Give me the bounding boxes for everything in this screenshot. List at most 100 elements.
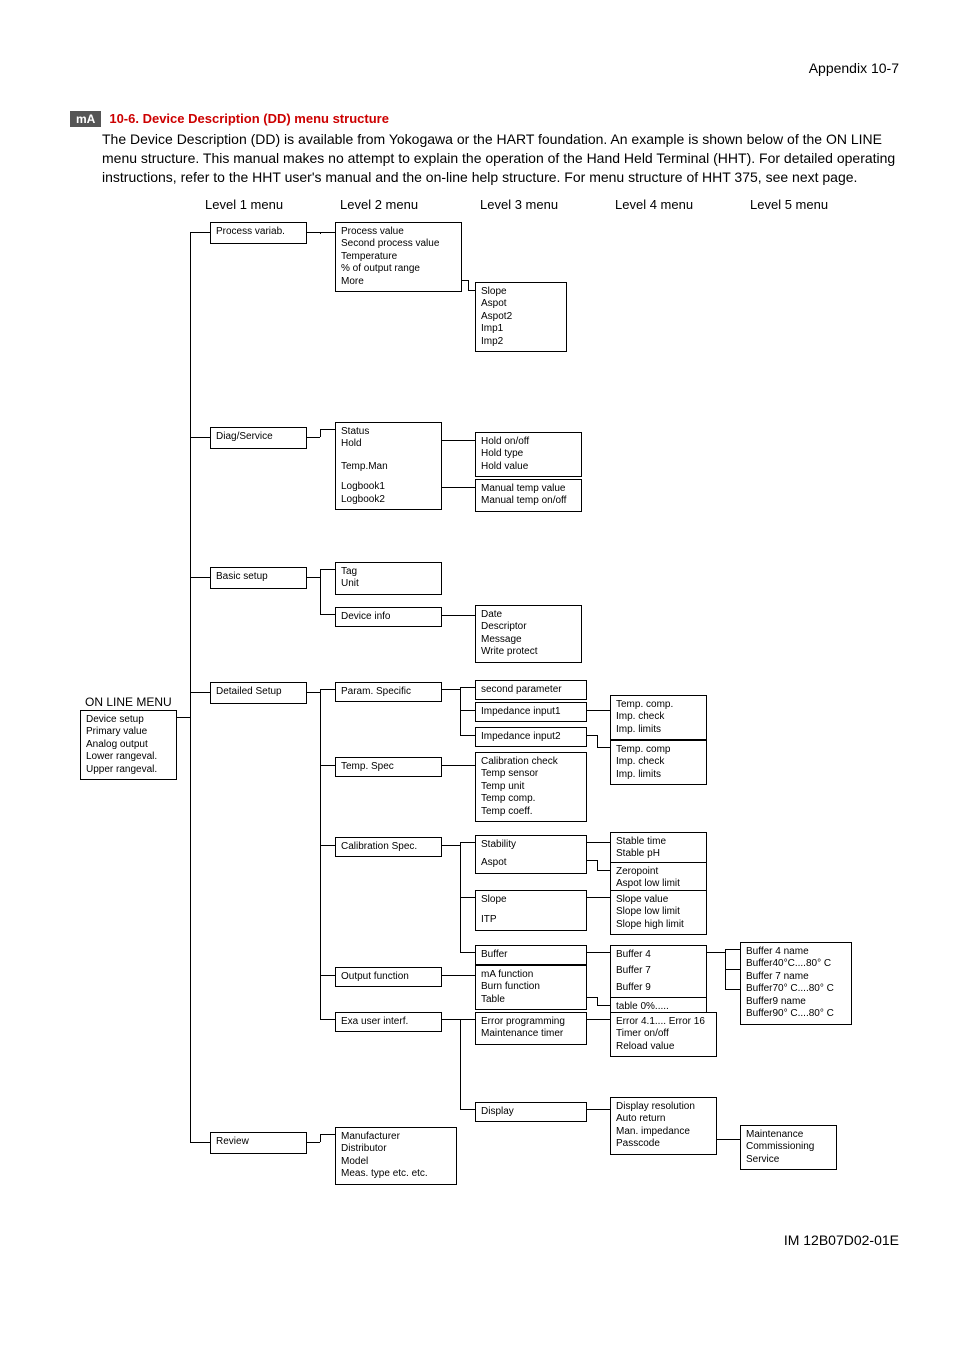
menu-item: Zeropoint xyxy=(616,866,701,879)
menu-item: Hold type xyxy=(481,448,576,461)
l5-passcode: Maintenance Commissioning Service xyxy=(740,1125,837,1171)
l1-process: Process variab. xyxy=(210,222,307,244)
menu-item: Buffer9 name xyxy=(746,996,846,1009)
col-header-l5: Level 5 menu xyxy=(750,197,828,212)
l2-basic-c: Device info xyxy=(335,607,442,627)
l3-calib-stab: Stability Aspot xyxy=(475,835,587,874)
menu-item: Logbook2 xyxy=(341,494,436,507)
ma-badge: mA xyxy=(70,111,101,127)
menu-item: Second process value xyxy=(341,238,456,251)
menu-item: Calibration check xyxy=(481,756,581,769)
col-header-l4: Level 4 menu xyxy=(615,197,693,212)
root-item: Analog output xyxy=(86,739,171,752)
footer-doc-id: IM 12B07D02-01E xyxy=(70,1232,899,1248)
menu-diagram: Level 1 menu Level 2 menu Level 3 menu L… xyxy=(80,197,900,1207)
menu-item: Imp1 xyxy=(481,323,561,336)
menu-item: Buffer 7 xyxy=(616,965,701,978)
menu-item: Commissioning xyxy=(746,1141,831,1154)
header-appendix: Appendix 10-7 xyxy=(70,60,899,76)
l2-diag: Status Hold Temp.Man Logbook1 Logbook2 xyxy=(335,422,442,511)
menu-item: Error programming xyxy=(481,1016,581,1029)
l2-review: Manufacturer Distributor Model Meas. typ… xyxy=(335,1127,457,1185)
menu-item: Temperature xyxy=(341,251,456,264)
menu-item: Imp. limits xyxy=(616,724,701,737)
l1-basic: Basic setup xyxy=(210,567,307,589)
menu-item: Buffer 9 xyxy=(616,982,701,995)
menu-item: Hold xyxy=(341,438,436,451)
menu-item: Imp. check xyxy=(616,711,701,724)
l3-tempman: Manual temp value Manual temp on/off xyxy=(475,479,582,512)
l4-display: Display resolution Auto return Man. impe… xyxy=(610,1097,717,1155)
menu-item: Manufacturer xyxy=(341,1131,451,1144)
menu-item: Passcode xyxy=(616,1138,711,1151)
l3-tempspec: Calibration check Temp sensor Temp unit … xyxy=(475,752,587,823)
menu-item: Slope high limit xyxy=(616,919,701,932)
l4-imp2: Temp. comp Imp. check Imp. limits xyxy=(610,740,707,786)
menu-item: Buffer 4 name xyxy=(746,946,846,959)
menu-item: Temp.Man xyxy=(341,461,436,474)
menu-item: Tag xyxy=(341,566,436,579)
menu-item: Aspot xyxy=(481,857,581,870)
l3-calib-buffer: Buffer xyxy=(475,945,587,965)
l3-output: mA function Burn function Table xyxy=(475,965,587,1011)
menu-item: Hold value xyxy=(481,461,576,474)
menu-item: Display resolution xyxy=(616,1101,711,1114)
l2-basic-a: Tag Unit xyxy=(335,562,442,595)
menu-item: Descriptor xyxy=(481,621,576,634)
root-item: Lower rangeval. xyxy=(86,751,171,764)
menu-item: Unit xyxy=(341,578,436,591)
l4-stab: Stable time Stable pH xyxy=(610,832,707,865)
menu-item: Message xyxy=(481,634,576,647)
menu-item: Temp coeff. xyxy=(481,806,581,819)
menu-item: mA function xyxy=(481,969,581,982)
root-item: Primary value xyxy=(86,726,171,739)
l3-hold: Hold on/off Hold type Hold value xyxy=(475,432,582,478)
menu-item: Stable time xyxy=(616,836,701,849)
menu-item: Aspot xyxy=(481,298,561,311)
title-row: mA 10-6. Device Description (DD) menu st… xyxy=(70,111,899,127)
l3-exa-display: Display xyxy=(475,1102,587,1122)
menu-item: Manual temp on/off xyxy=(481,495,576,508)
menu-item: Maintenance xyxy=(746,1129,831,1142)
l3-param-b: Impedance input1 xyxy=(475,702,587,722)
menu-item: Distributor xyxy=(341,1143,451,1156)
menu-item: Man. impedance xyxy=(616,1126,711,1139)
col-header-l1: Level 1 menu xyxy=(205,197,283,212)
menu-item: Buffer 7 name xyxy=(746,971,846,984)
menu-item: Table xyxy=(481,994,581,1007)
menu-item: Slope xyxy=(481,894,581,907)
menu-item: Manual temp value xyxy=(481,483,576,496)
root-items: Device setup Primary value Analog output… xyxy=(80,710,177,781)
menu-item: Aspot2 xyxy=(481,311,561,324)
menu-item: ITP xyxy=(481,914,581,927)
l4-error: Error 4.1.... Error 16 Timer on/off Relo… xyxy=(610,1012,717,1058)
menu-item: Slope value xyxy=(616,894,701,907)
l1-review: Review xyxy=(210,1132,307,1154)
menu-item: Write protect xyxy=(481,646,576,659)
intro-text: The Device Description (DD) is available… xyxy=(102,130,899,187)
l3-param-c: Impedance input2 xyxy=(475,727,587,747)
l3-more: Slope Aspot Aspot2 Imp1 Imp2 xyxy=(475,282,567,353)
menu-item: Stability xyxy=(481,839,581,852)
menu-item: Stable pH xyxy=(616,848,701,861)
menu-item: Temp. comp xyxy=(616,744,701,757)
menu-item: Temp unit xyxy=(481,781,581,794)
l2-output: Output function xyxy=(335,967,442,987)
menu-item: Imp. check xyxy=(616,756,701,769)
menu-item: More xyxy=(341,276,456,289)
l2-param: Param. Specific xyxy=(335,682,442,702)
menu-item: Timer on/off xyxy=(616,1028,711,1041)
menu-item: Reload value xyxy=(616,1041,711,1054)
root-item: Device setup xyxy=(86,714,171,727)
l4-slope: Slope value Slope low limit Slope high l… xyxy=(610,890,707,936)
l2-exa: Exa user interf. xyxy=(335,1012,442,1032)
menu-item: Temp comp. xyxy=(481,793,581,806)
l4-imp1: Temp. comp. Imp. check Imp. limits xyxy=(610,695,707,741)
l4-buffer: Buffer 4 Buffer 7 Buffer 9 xyxy=(610,945,707,999)
menu-item: Slope low limit xyxy=(616,906,701,919)
menu-item: Error 4.1.... Error 16 xyxy=(616,1016,711,1029)
root-item: Upper rangeval. xyxy=(86,764,171,777)
menu-item: Status xyxy=(341,426,436,439)
menu-item: Date xyxy=(481,609,576,622)
l1-detailed: Detailed Setup xyxy=(210,682,307,704)
